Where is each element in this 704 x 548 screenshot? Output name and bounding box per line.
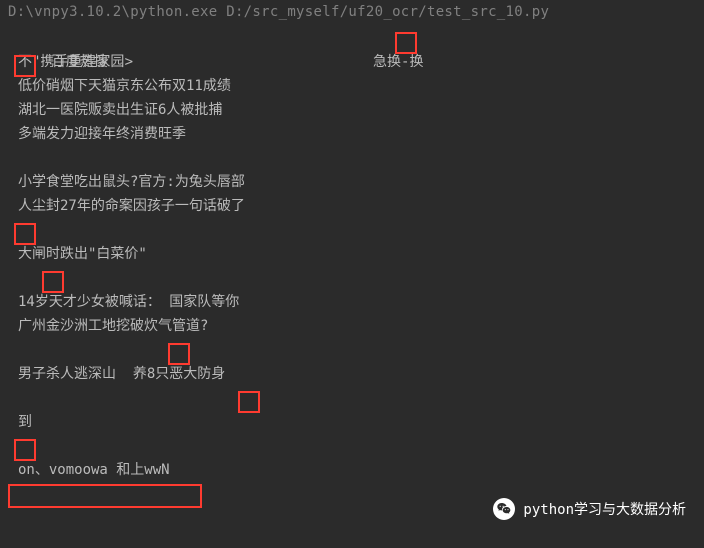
watermark-text: python学习与大数据分析 bbox=[523, 499, 686, 519]
watermark: python学习与大数据分析 bbox=[493, 498, 686, 520]
output-line: 人尘封27年的命案因孩子一句话破了 bbox=[18, 194, 686, 218]
header-row: 百度热搜 >急换-换 bbox=[18, 26, 686, 50]
command-line: D:\vnpy3.10.2\python.exe D:/src_myself/u… bbox=[0, 0, 704, 22]
wechat-icon bbox=[493, 498, 515, 520]
output-line: 大闸时跌出"白菜价" bbox=[18, 242, 686, 266]
output-blank bbox=[18, 434, 686, 458]
output-line: 小学食堂吃出鼠头?官方:为兔头唇部 bbox=[18, 170, 686, 194]
output-blank bbox=[18, 386, 686, 410]
output-line: 多端发力迎接年终消费旺季 bbox=[18, 122, 686, 146]
output-blank bbox=[18, 338, 686, 362]
output-line: on、vomoowa 和上wwN bbox=[18, 458, 686, 482]
output-line: 低价硝烟下天猫京东公布双11成绩 bbox=[18, 74, 686, 98]
output-line: 14岁天才少女被喊话： 国家队等你 bbox=[18, 290, 686, 314]
console-output: 百度热搜 >急换-换 不"携手重建家园 低价硝烟下天猫京东公布双11成绩 湖北一… bbox=[0, 22, 704, 482]
output-blank bbox=[18, 266, 686, 290]
header-right: 急换-换 bbox=[373, 54, 423, 70]
output-line: 湖北一医院贩卖出生证6人被批捕 bbox=[18, 98, 686, 122]
output-line: 广州金沙洲工地挖破炊气管道? bbox=[18, 314, 686, 338]
output-line: 到 bbox=[18, 410, 686, 434]
output-line: 男子杀人逃深山 养8只恶大防身 bbox=[18, 362, 686, 386]
output-blank bbox=[18, 218, 686, 242]
ocr-highlight-box bbox=[8, 484, 202, 508]
output-blank bbox=[18, 146, 686, 170]
